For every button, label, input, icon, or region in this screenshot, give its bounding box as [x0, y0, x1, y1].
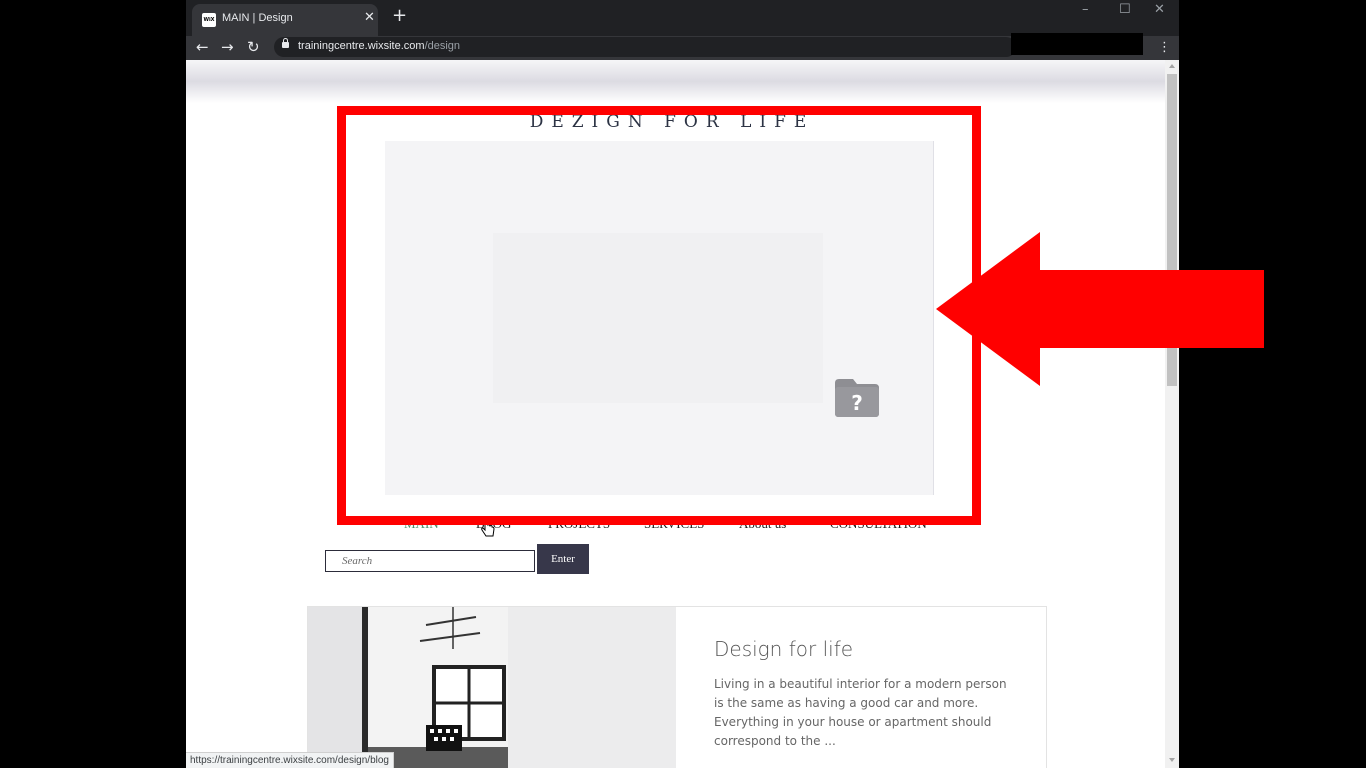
reload-icon[interactable]: ↻ — [247, 37, 260, 57]
enter-button[interactable]: Enter — [537, 544, 589, 574]
search-input[interactable]: Search — [325, 550, 535, 572]
tab-close-icon[interactable]: ✕ — [364, 10, 375, 25]
scroll-up-icon[interactable] — [1169, 64, 1175, 68]
close-window-icon[interactable]: ✕ — [1154, 2, 1165, 17]
page-scrollbar[interactable] — [1165, 60, 1179, 768]
red-arrow-annotation-icon — [936, 232, 1264, 386]
status-url-tooltip: https://trainingcentre.wixsite.com/desig… — [186, 752, 394, 768]
browser-menu-icon[interactable]: ⋮ — [1158, 40, 1171, 55]
tab-title: MAIN | Design — [222, 12, 293, 24]
minimize-icon[interactable]: – — [1082, 2, 1089, 17]
search-placeholder: Search — [342, 555, 373, 567]
redacted-profile-area — [1011, 33, 1143, 55]
page-header-gradient — [186, 60, 1165, 103]
new-tab-icon[interactable]: + — [392, 6, 407, 26]
post-image — [308, 607, 676, 768]
interior-photo-icon — [308, 607, 676, 768]
tab-main-design[interactable]: WiX MAIN | Design ✕ — [192, 4, 378, 36]
address-bar[interactable]: trainingcentre.wixsite.com/design ☆ — [274, 37, 1097, 57]
forward-icon[interactable]: → — [221, 37, 234, 57]
tab-strip: WiX MAIN | Design ✕ + – ☐ ✕ — [186, 0, 1179, 36]
highlight-annotation-box — [337, 106, 981, 525]
post-title[interactable]: Design for life — [714, 637, 853, 661]
blog-post-card[interactable]: Design for life Living in a beautiful in… — [307, 606, 1047, 768]
lock-icon — [282, 38, 289, 48]
maximize-icon[interactable]: ☐ — [1119, 2, 1131, 17]
scroll-down-icon[interactable] — [1169, 758, 1175, 762]
url-text: trainingcentre.wixsite.com/design — [298, 40, 461, 52]
post-excerpt: Living in a beautiful interior for a mod… — [714, 677, 1007, 748]
wix-favicon-icon: WiX — [202, 13, 216, 27]
back-icon[interactable]: ← — [196, 37, 209, 57]
